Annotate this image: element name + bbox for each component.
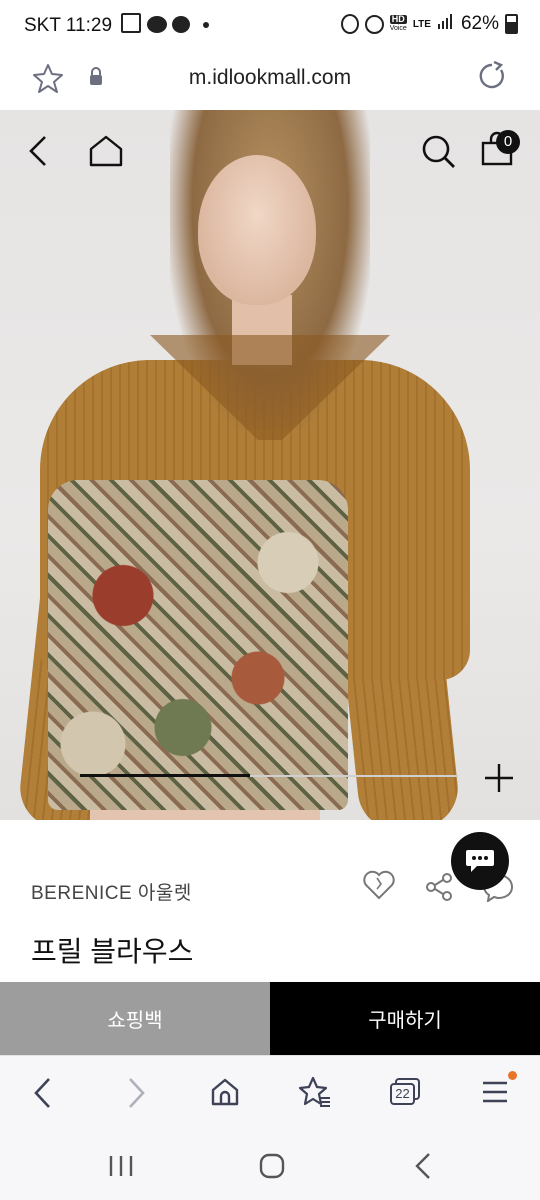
tabs-count: 22 [395, 1086, 410, 1101]
lte-icon: LTE [412, 18, 431, 30]
tabs-icon[interactable]: 22 [389, 1077, 421, 1107]
bookmarks-star-icon[interactable] [298, 1076, 332, 1113]
alarm-clock-icon [364, 14, 384, 34]
browser-toolbar: 22 [0, 1055, 540, 1131]
product-title: 프릴 블라우스 [31, 936, 194, 967]
image-slider-progress [80, 774, 250, 777]
search-icon[interactable] [421, 134, 457, 175]
browser-home-icon[interactable] [210, 1077, 240, 1112]
menu-icon[interactable] [482, 1081, 508, 1108]
browser-back-icon[interactable] [32, 1076, 54, 1115]
gallery-notification-icon [121, 13, 142, 33]
browser-url-bar: m.idlookmall.com [0, 50, 540, 110]
hd-sub-label: Voice [389, 25, 407, 32]
battery-percent: 62% [460, 13, 499, 34]
alarm-icon [340, 14, 359, 34]
recent-apps-icon[interactable] [108, 1154, 134, 1183]
more-notifications-dot-icon [203, 22, 210, 28]
status-right: HD Voice LTE 62% [340, 13, 518, 35]
signal-icon [437, 13, 455, 35]
menu-notification-dot [508, 1071, 517, 1080]
home-icon[interactable] [89, 134, 123, 173]
carrier-label: SKT [24, 15, 61, 36]
brand-name[interactable]: BERENICE 아울렛 [31, 878, 192, 905]
chat-bubble-icon [465, 848, 495, 879]
status-left: SKT 11:29 [24, 13, 210, 37]
hd-voice-icon: HD Voice [390, 15, 407, 33]
message-notification-icon [171, 16, 190, 33]
chat-button[interactable] [451, 832, 509, 890]
buy-now-button[interactable]: 구매하기 [270, 982, 540, 1055]
plus-icon[interactable] [484, 763, 514, 798]
back-arrow-icon[interactable] [26, 134, 52, 173]
system-nav-bar [0, 1130, 540, 1200]
image-detail [48, 480, 348, 810]
hd-label: HD [389, 14, 407, 24]
clock: 11:29 [65, 15, 113, 36]
cart-count-badge: 0 [496, 130, 520, 154]
browser-forward-icon[interactable] [125, 1076, 147, 1115]
talk-notification-icon [146, 16, 167, 33]
shopping-bag-button[interactable]: 쇼핑백 [0, 982, 270, 1055]
reload-icon[interactable] [477, 60, 507, 96]
url-text[interactable]: m.idlookmall.com [0, 66, 540, 90]
system-home-icon[interactable] [259, 1153, 285, 1184]
share-icon[interactable] [424, 872, 454, 907]
battery-icon [505, 14, 518, 34]
system-back-icon[interactable] [414, 1152, 432, 1185]
heart-icon[interactable] [362, 870, 396, 905]
product-info: BERENICE 아울렛 프릴 블라우스 [0, 820, 540, 982]
status-bar: SKT 11:29 HD Voice LTE 62% [0, 0, 540, 50]
product-image[interactable]: 0 [0, 110, 540, 820]
image-detail [198, 155, 316, 305]
